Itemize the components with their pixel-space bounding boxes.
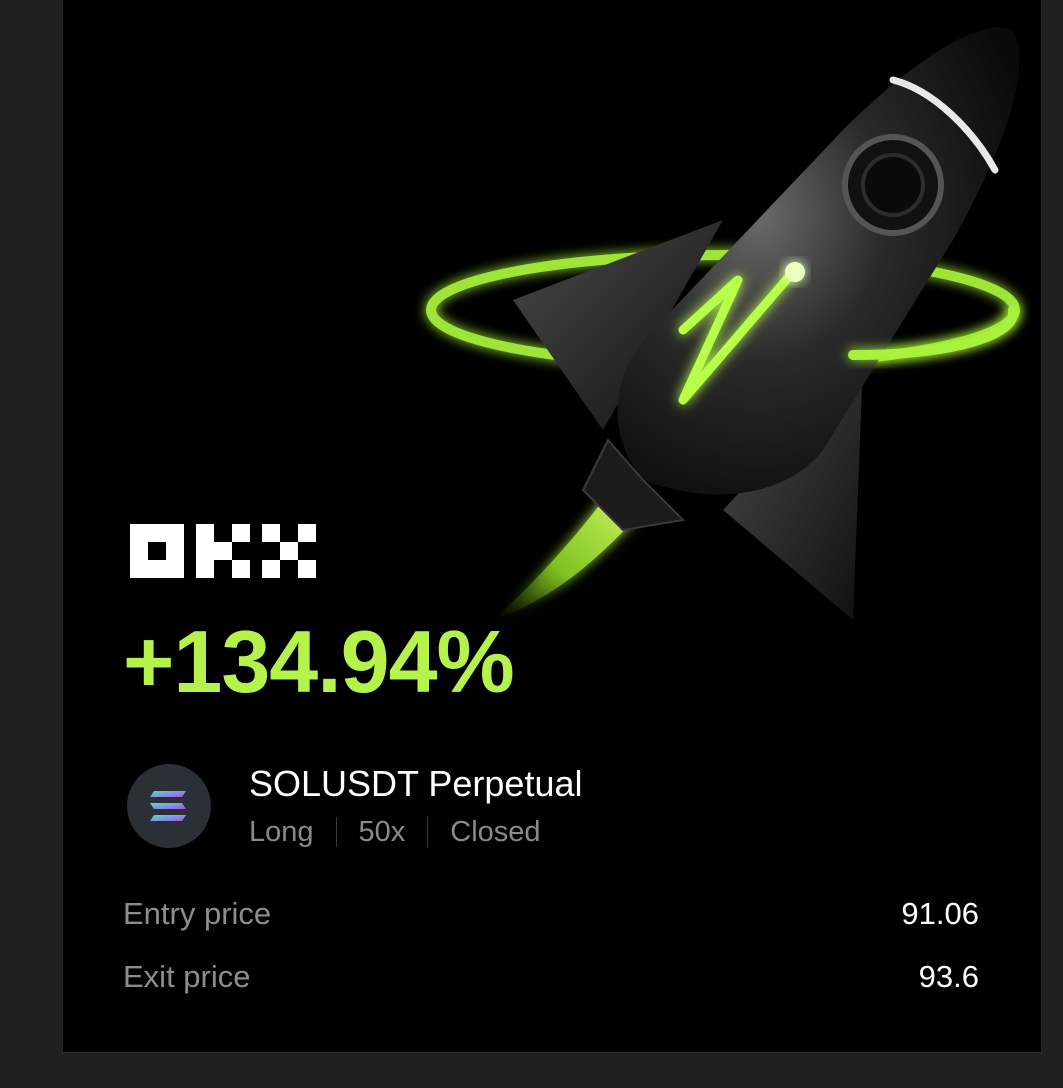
screen-frame: +134.94% SOLUSDT Perpetual Long 50x Clos… [0,0,1063,1088]
divider [427,817,429,847]
position-side: Long [249,816,314,848]
exit-price-value: 93.6 [918,959,979,994]
pnl-share-card: +134.94% SOLUSDT Perpetual Long 50x Clos… [62,0,1042,1053]
position-leverage: 50x [358,816,406,848]
okx-logo [130,524,316,578]
exit-price-label: Exit price [123,959,251,994]
rocket-illustration [426,27,1020,620]
divider [335,817,337,847]
position-status: Closed [450,816,541,848]
pnl-percentage: +134.94% [123,612,515,711]
entry-price-row: Entry price 91.06 [123,894,979,934]
entry-price-label: Entry price [123,896,272,931]
trading-pair: SOLUSDT Perpetual [249,763,583,804]
entry-price-value: 91.06 [901,896,979,931]
position-tags: Long 50x Closed [249,814,541,850]
exit-price-row: Exit price 93.6 [123,957,979,997]
solana-icon [127,764,211,848]
